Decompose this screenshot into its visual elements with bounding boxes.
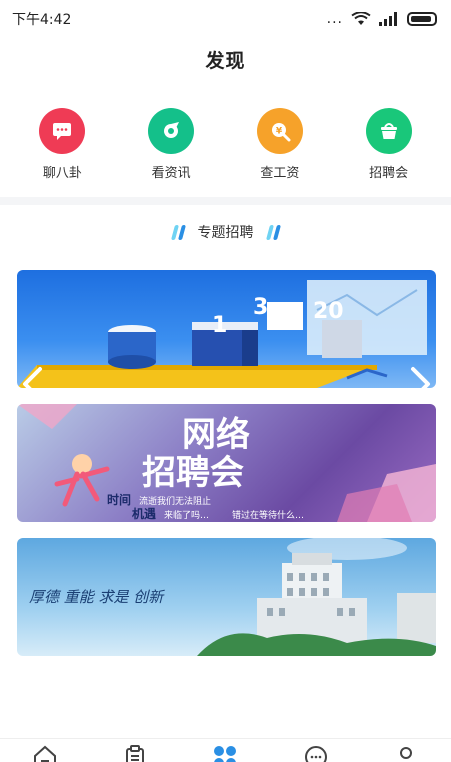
job-fair-subtitle-b: 流逝我们无法阻止 xyxy=(139,495,211,507)
quick-menu: 聊八卦 看资讯 ¥ 查工资 招聘会 xyxy=(0,108,451,181)
clipboard-icon xyxy=(126,745,145,762)
job-fair-subtitle-e: 错过在等待什么… xyxy=(232,509,304,521)
carousel-next-arrow[interactable] xyxy=(407,366,433,402)
salary-icon: ¥ xyxy=(256,108,303,154)
quick-label: 招聘会 xyxy=(369,166,409,181)
wifi-icon xyxy=(351,12,371,25)
quick-item-salary[interactable]: ¥ 查工资 xyxy=(235,108,325,181)
battery-icon xyxy=(407,12,437,26)
section-accent-left xyxy=(170,224,186,240)
tab-profile[interactable] xyxy=(386,744,426,762)
chat-icon xyxy=(39,108,86,154)
quick-label: 聊八卦 xyxy=(42,166,82,181)
data-illustration: 1 3 20 xyxy=(17,280,427,388)
news-icon xyxy=(148,108,195,154)
tab-home[interactable] xyxy=(25,744,65,762)
section-title: 专题招聘 xyxy=(197,225,254,241)
status-time: 下午4:42 xyxy=(12,12,72,28)
job-fair-subtitle-c: 机遇 xyxy=(132,506,156,521)
notification-dots: ... xyxy=(326,11,343,27)
tab-discover[interactable] xyxy=(205,744,245,762)
banner-network-job-fair[interactable]: 网络 招聘会 时间 流逝我们无法阻止 机遇 来临了吗… 错过在等待什么… xyxy=(17,404,436,522)
section-accent-right xyxy=(265,224,281,240)
quick-label: 看资讯 xyxy=(151,166,191,181)
job-fair-subtitle-a: 时间 xyxy=(107,492,131,507)
banner-campus-building[interactable]: 厚德 重能 求是 创新 xyxy=(17,538,436,656)
message-icon xyxy=(304,746,327,762)
section-header: 专题招聘 xyxy=(0,222,451,242)
banner-data-illustration[interactable]: 1 3 20 xyxy=(17,270,436,388)
svg-text:¥: ¥ xyxy=(276,127,283,137)
number-three: 3 xyxy=(253,295,268,320)
bottom-navigation xyxy=(0,738,451,762)
campus-illustration: 厚德 重能 求是 创新 xyxy=(29,538,436,656)
number-one: 1 xyxy=(212,313,227,338)
section-divider xyxy=(0,197,451,205)
status-icons: ... xyxy=(327,11,437,27)
basket-icon xyxy=(365,108,412,154)
profile-icon xyxy=(399,747,412,759)
home-icon xyxy=(34,745,57,762)
page-title: 发现 xyxy=(205,50,246,72)
status-bar: 下午4:42 ... xyxy=(0,0,451,38)
discover-icon xyxy=(214,746,237,762)
job-fair-subtitle-d: 来临了吗… xyxy=(164,509,209,521)
tab-records[interactable] xyxy=(115,744,155,762)
quick-label: 查工资 xyxy=(260,166,300,181)
job-fair-illustration: 网络 招聘会 时间 流逝我们无法阻止 机遇 来临了吗… 错过在等待什么… xyxy=(17,404,436,522)
carousel-prev-arrow[interactable] xyxy=(20,366,46,402)
quick-item-gossip[interactable]: 聊八卦 xyxy=(17,108,107,181)
campus-motto: 厚德 重能 求是 创新 xyxy=(29,588,165,606)
discover-page: 下午4:42 ... 发现 聊八卦 看资讯 ¥ 查工资 招聘会 专题招聘 1 3… xyxy=(0,0,451,762)
signal-icon xyxy=(379,12,397,26)
tab-messages[interactable] xyxy=(296,744,336,762)
job-fair-title-line2: 招聘会 xyxy=(142,453,244,493)
quick-item-job-fair[interactable]: 招聘会 xyxy=(344,108,434,181)
quick-item-news[interactable]: 看资讯 xyxy=(126,108,216,181)
job-fair-title-line1: 网络 xyxy=(182,415,250,455)
